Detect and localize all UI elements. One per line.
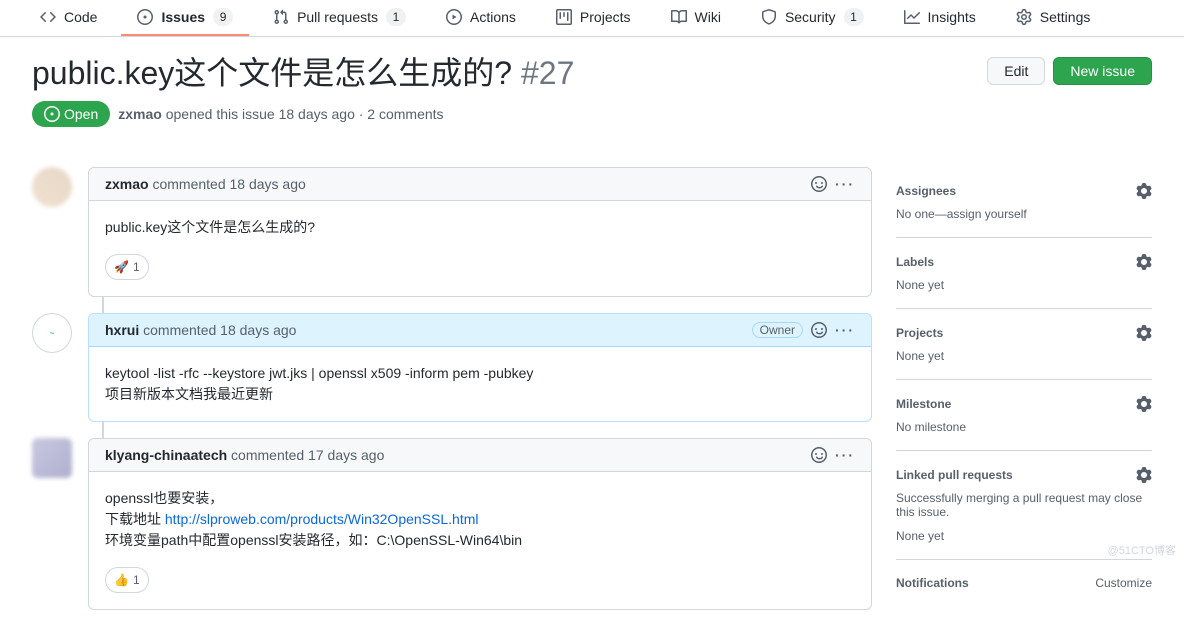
- kebab-icon[interactable]: ···: [835, 447, 855, 463]
- gear-icon[interactable]: [1136, 183, 1152, 199]
- smiley-icon[interactable]: [811, 447, 827, 463]
- comment-text: 项目新版本文档我最近更新: [105, 384, 855, 405]
- code-icon: [40, 9, 56, 25]
- tab-insights[interactable]: Insights: [888, 1, 992, 35]
- customize-link[interactable]: Customize: [1095, 576, 1152, 590]
- milestone-title: Milestone: [896, 397, 951, 411]
- comment-header-text: klyang-chinaatech commented 17 days ago: [105, 447, 384, 463]
- owner-badge: Owner: [752, 322, 803, 338]
- tab-actions[interactable]: Actions: [430, 1, 532, 35]
- comment-author[interactable]: zxmao: [105, 176, 149, 192]
- comment-header-text: zxmao commented 18 days ago: [105, 176, 306, 192]
- state-label: Open: [64, 106, 98, 122]
- reaction-button[interactable]: 👍 1: [105, 567, 149, 593]
- issue-author[interactable]: zxmao: [118, 106, 162, 122]
- gear-icon[interactable]: [1136, 254, 1152, 270]
- comment-text: openssl也要安装，: [105, 488, 855, 509]
- avatar[interactable]: [32, 167, 72, 207]
- projects-title: Projects: [896, 326, 943, 340]
- reaction-emoji: 🚀: [114, 260, 129, 274]
- tab-projects-label: Projects: [580, 9, 631, 25]
- linked-body: None yet: [896, 529, 1152, 543]
- issue-title: public.key这个文件是怎么生成的? #27: [32, 53, 574, 93]
- tab-settings[interactable]: Settings: [1000, 1, 1107, 35]
- smiley-icon[interactable]: [811, 176, 827, 192]
- new-issue-button[interactable]: New issue: [1053, 57, 1152, 85]
- gear-icon[interactable]: [1136, 467, 1152, 483]
- issue-meta: zxmao opened this issue 18 days ago · 2 …: [118, 106, 443, 122]
- state-badge: Open: [32, 101, 110, 127]
- watermark: @51CTO博客: [1108, 542, 1176, 558]
- comment-meta: commented 17 days ago: [227, 447, 384, 463]
- security-count: 1: [844, 8, 864, 26]
- projects-body: None yet: [896, 349, 1152, 363]
- tab-wiki[interactable]: Wiki: [655, 1, 737, 35]
- comment-text: public.key这个文件是怎么生成的?: [105, 217, 855, 238]
- assign-yourself-link[interactable]: No one—assign yourself: [896, 207, 1152, 221]
- issue-open-icon: [44, 106, 60, 122]
- book-icon: [671, 9, 687, 25]
- edit-button[interactable]: Edit: [987, 57, 1045, 85]
- tab-pulls[interactable]: Pull requests 1: [257, 0, 422, 36]
- issue-icon: [137, 9, 153, 25]
- tab-actions-label: Actions: [470, 9, 516, 25]
- smiley-icon[interactable]: [811, 322, 827, 338]
- comment-author[interactable]: klyang-chinaatech: [105, 447, 227, 463]
- kebab-icon[interactable]: ···: [835, 176, 855, 192]
- shield-icon: [761, 9, 777, 25]
- issues-count: 9: [213, 8, 233, 26]
- tab-issues[interactable]: Issues 9: [121, 0, 249, 36]
- tab-code[interactable]: Code: [24, 1, 113, 35]
- reaction-count: 1: [133, 260, 140, 274]
- labels-title: Labels: [896, 255, 934, 269]
- tab-security-label: Security: [785, 9, 836, 25]
- milestone-body: No milestone: [896, 420, 1152, 434]
- tab-code-label: Code: [64, 9, 97, 25]
- assignees-title: Assignees: [896, 184, 956, 198]
- tab-settings-label: Settings: [1040, 9, 1091, 25]
- pulls-count: 1: [386, 8, 406, 26]
- comment-text: 下载地址 http://slproweb.com/products/Win32O…: [105, 509, 855, 530]
- reaction-button[interactable]: 🚀 1: [105, 254, 149, 280]
- pr-icon: [273, 9, 289, 25]
- tab-pulls-label: Pull requests: [297, 9, 378, 25]
- avatar[interactable]: ~: [32, 313, 72, 353]
- kebab-icon[interactable]: ···: [835, 322, 855, 338]
- linked-title: Linked pull requests: [896, 468, 1013, 482]
- comment-header-text: hxrui commented 18 days ago: [105, 322, 296, 338]
- comment-text: 环境变量path中配置openssl安装路径，如：C:\OpenSSL-Win6…: [105, 530, 855, 551]
- graph-icon: [904, 9, 920, 25]
- comment-link[interactable]: http://slproweb.com/products/Win32OpenSS…: [165, 511, 479, 527]
- issue-opened-meta: opened this issue 18 days ago · 2 commen…: [162, 106, 444, 122]
- tab-security[interactable]: Security 1: [745, 0, 880, 36]
- repo-tabs: Code Issues 9 Pull requests 1 Actions Pr…: [0, 0, 1184, 37]
- comment-meta: commented 18 days ago: [139, 322, 296, 338]
- tab-wiki-label: Wiki: [695, 9, 721, 25]
- reaction-emoji: 👍: [114, 573, 129, 587]
- comment-meta: commented 18 days ago: [149, 176, 306, 192]
- tab-issues-label: Issues: [161, 9, 205, 25]
- issue-number: #27: [521, 55, 574, 91]
- tab-projects[interactable]: Projects: [540, 1, 647, 35]
- avatar[interactable]: [32, 438, 72, 478]
- gear-icon[interactable]: [1136, 325, 1152, 341]
- linked-help: Successfully merging a pull request may …: [896, 491, 1152, 519]
- gear-icon: [1016, 9, 1032, 25]
- reaction-count: 1: [133, 573, 140, 587]
- notifications-title: Notifications: [896, 576, 969, 590]
- project-icon: [556, 9, 572, 25]
- issue-title-text: public.key这个文件是怎么生成的?: [32, 55, 512, 91]
- labels-body: None yet: [896, 278, 1152, 292]
- tab-insights-label: Insights: [928, 9, 976, 25]
- play-icon: [446, 9, 462, 25]
- comment-text: keytool -list -rfc --keystore jwt.jks | …: [105, 363, 855, 384]
- comment-author[interactable]: hxrui: [105, 322, 139, 338]
- gear-icon[interactable]: [1136, 396, 1152, 412]
